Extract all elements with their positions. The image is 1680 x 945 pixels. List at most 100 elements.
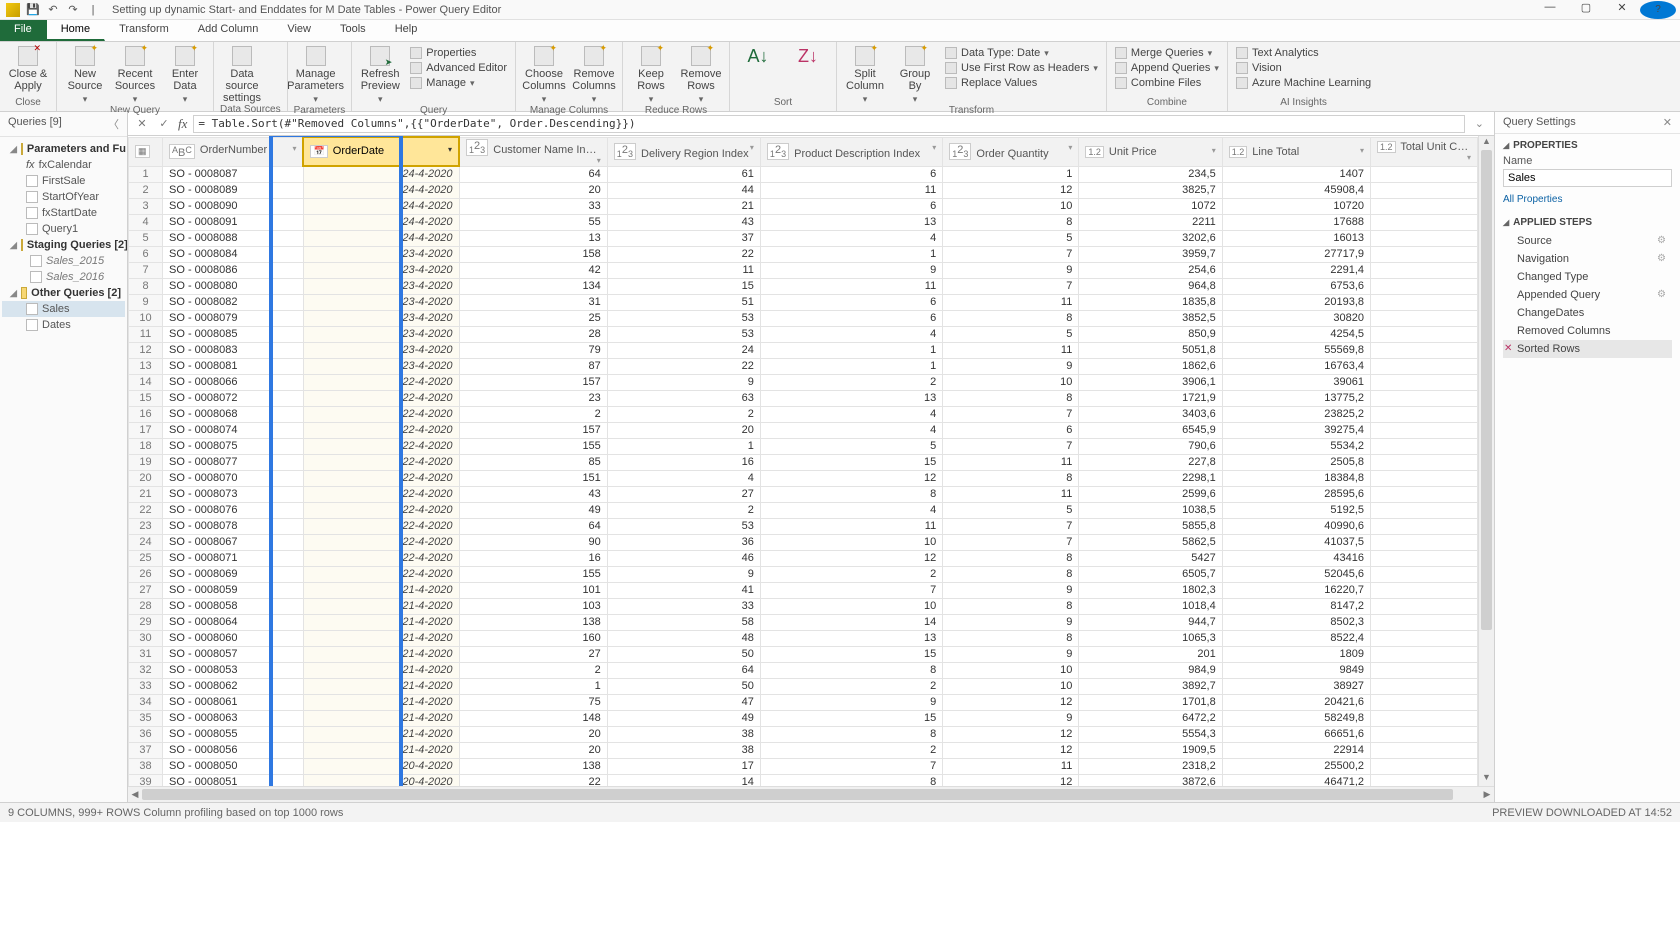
table-row[interactable]: 29SO - 000806421-4-202013858149944,78502… — [129, 614, 1478, 630]
applied-step-changed-type[interactable]: ✕Changed Type — [1503, 268, 1672, 286]
cols-choose-button[interactable]: Choose Columns — [522, 44, 566, 105]
transform-use-first-row-as-headers-button[interactable]: Use First Row as Headers — [943, 61, 1100, 75]
tab-help[interactable]: Help — [381, 20, 433, 41]
maximize-button[interactable]: ▢ — [1568, 1, 1604, 19]
table-row[interactable]: 14SO - 000806622-4-202015792103906,13906… — [129, 374, 1478, 390]
ai-azure-machine-learning-button[interactable]: Azure Machine Learning — [1234, 76, 1373, 90]
ai-vision-button[interactable]: Vision — [1234, 61, 1373, 75]
table-row[interactable]: 17SO - 000807422-4-202015720466545,93927… — [129, 422, 1478, 438]
table-row[interactable]: 11SO - 000808523-4-2020285345850,94254,5 — [129, 326, 1478, 342]
query-group[interactable]: ◢Staging Queries [2] — [2, 237, 125, 253]
column-header-order-quantity[interactable]: 123 Order Quantity▾ — [943, 137, 1079, 166]
table-row[interactable]: 26SO - 000806922-4-20201559286505,752045… — [129, 566, 1478, 582]
tab-tools[interactable]: Tools — [326, 20, 381, 41]
query-advanced-editor-button[interactable]: Advanced Editor — [408, 61, 509, 75]
expand-formula-icon[interactable]: ⌄ — [1471, 117, 1488, 130]
query-manage-button[interactable]: Manage — [408, 76, 509, 90]
accept-formula-icon[interactable]: ✓ — [156, 117, 172, 130]
help-icon[interactable]: ? — [1640, 1, 1676, 19]
column-header-customer-name-index[interactable]: 123 Customer Name Index▾ — [459, 137, 607, 166]
table-row[interactable]: 18SO - 000807522-4-2020155157790,65534,2 — [129, 438, 1478, 454]
sort-asc-button[interactable]: A↓ — [736, 44, 780, 67]
refresh-preview-button[interactable]: Refresh Preview — [358, 44, 402, 105]
table-row[interactable]: 28SO - 000805821-4-2020103331081018,4814… — [129, 598, 1478, 614]
table-row[interactable]: 2SO - 000808924-4-2020204411123825,74590… — [129, 182, 1478, 198]
table-row[interactable]: 34SO - 000806121-4-202075479121701,82042… — [129, 694, 1478, 710]
applied-step-navigation[interactable]: ✕Navigation⚙ — [1503, 250, 1672, 268]
horizontal-scrollbar[interactable]: ◀ ▶ — [128, 786, 1494, 802]
formula-input[interactable] — [193, 115, 1464, 133]
transform-split-button[interactable]: Split Column — [843, 44, 887, 105]
applied-steps-header[interactable]: APPLIED STEPS — [1503, 217, 1672, 228]
data-grid[interactable]: ▦ABC OrderNumber▾📅 OrderDate▾123 Custome… — [128, 136, 1478, 786]
collapse-queries-icon[interactable]: 〈 — [108, 116, 119, 132]
newquery-enter-button[interactable]: Enter Data — [163, 44, 207, 105]
table-row[interactable]: 7SO - 000808623-4-2020421199254,62291,4 — [129, 262, 1478, 278]
tab-file[interactable]: File — [0, 20, 47, 41]
column-header-total-unit-cost[interactable]: 1.2 Total Unit Cost▾ — [1371, 137, 1478, 166]
table-row[interactable]: 19SO - 000807722-4-202085161511227,82505… — [129, 454, 1478, 470]
query-group[interactable]: ◢Parameters and Fu… — [2, 141, 125, 157]
close-button[interactable]: ✕ — [1604, 1, 1640, 19]
table-row[interactable]: 39SO - 000805120-4-202022148123872,64647… — [129, 774, 1478, 786]
table-row[interactable]: 27SO - 000805921-4-202010141791802,31622… — [129, 582, 1478, 598]
applied-step-appended-query[interactable]: ✕Appended Query⚙ — [1503, 286, 1672, 304]
table-row[interactable]: 1SO - 000808724-4-2020646161234,51407 — [129, 166, 1478, 182]
column-header-delivery-region-index[interactable]: 123 Delivery Region Index▾ — [607, 137, 760, 166]
tab-view[interactable]: View — [273, 20, 326, 41]
ai-text-analytics-button[interactable]: Text Analytics — [1234, 46, 1373, 60]
column-header-product-description-index[interactable]: 123 Product Description Index▾ — [760, 137, 942, 166]
query-item-fxstartdate[interactable]: fxStartDate — [2, 205, 125, 221]
query-item-query1[interactable]: Query1 — [2, 221, 125, 237]
table-row[interactable]: 16SO - 000806822-4-202022473403,623825,2 — [129, 406, 1478, 422]
close-apply-button[interactable]: Close & Apply — [6, 44, 50, 92]
table-row[interactable]: 25SO - 000807122-4-20201646128542743416 — [129, 550, 1478, 566]
table-row[interactable]: 32SO - 000805321-4-2020264810984,99849 — [129, 662, 1478, 678]
vertical-scrollbar[interactable]: ▲ ▼ — [1478, 136, 1494, 786]
table-row[interactable]: 30SO - 000806021-4-2020160481381065,3852… — [129, 630, 1478, 646]
save-icon[interactable]: 💾 — [26, 3, 40, 16]
table-row[interactable]: 15SO - 000807222-4-202023631381721,91377… — [129, 390, 1478, 406]
close-settings-icon[interactable]: ✕ — [1663, 116, 1672, 129]
combine-combine-files-button[interactable]: Combine Files — [1113, 76, 1221, 90]
manage-parameters-button[interactable]: Manage Parameters — [294, 44, 338, 105]
table-row[interactable]: 13SO - 000808123-4-20208722191862,616763… — [129, 358, 1478, 374]
newquery-new-button[interactable]: New Source — [63, 44, 107, 105]
column-header-rownum[interactable]: ▦ — [129, 137, 163, 166]
table-row[interactable]: 8SO - 000808023-4-202013415117964,86753,… — [129, 278, 1478, 294]
query-item-sales[interactable]: Sales — [2, 301, 125, 317]
fx-icon[interactable]: fx — [178, 116, 187, 132]
redo-icon[interactable]: ↷ — [66, 3, 80, 16]
query-item-sales_2015[interactable]: Sales_2015 — [2, 253, 125, 269]
table-row[interactable]: 4SO - 000809124-4-20205543138221117688 — [129, 214, 1478, 230]
transform-replace-values-button[interactable]: Replace Values — [943, 76, 1100, 90]
applied-step-removed-columns[interactable]: ✕Removed Columns — [1503, 322, 1672, 340]
tab-home[interactable]: Home — [47, 20, 105, 41]
tab-add-column[interactable]: Add Column — [184, 20, 274, 41]
newquery-recent-button[interactable]: Recent Sources — [113, 44, 157, 105]
combine-append-queries-button[interactable]: Append Queries — [1113, 61, 1221, 75]
rows-keep-button[interactable]: Keep Rows — [629, 44, 673, 105]
column-header-orderdate[interactable]: 📅 OrderDate▾ — [303, 137, 459, 166]
table-row[interactable]: 23SO - 000807822-4-202064531175855,84099… — [129, 518, 1478, 534]
table-row[interactable]: 36SO - 000805521-4-202020388125554,36665… — [129, 726, 1478, 742]
transform-data-type--date-button[interactable]: Data Type: Date — [943, 46, 1100, 60]
table-row[interactable]: 35SO - 000806321-4-2020148491596472,2582… — [129, 710, 1478, 726]
table-row[interactable]: 5SO - 000808824-4-20201337453202,616013 — [129, 230, 1478, 246]
table-row[interactable]: 10SO - 000807923-4-20202553683852,530820 — [129, 310, 1478, 326]
undo-icon[interactable]: ↶ — [46, 3, 60, 16]
combine-merge-queries-button[interactable]: Merge Queries — [1113, 46, 1221, 60]
table-row[interactable]: 21SO - 000807322-4-202043278112599,62859… — [129, 486, 1478, 502]
query-name-input[interactable] — [1503, 169, 1672, 187]
query-group[interactable]: ◢Other Queries [2] — [2, 285, 125, 301]
table-row[interactable]: 37SO - 000805621-4-202020382121909,52291… — [129, 742, 1478, 758]
table-row[interactable]: 22SO - 000807622-4-2020492451038,55192,5 — [129, 502, 1478, 518]
applied-step-sorted-rows[interactable]: ✕Sorted Rows — [1503, 340, 1672, 358]
minimize-button[interactable]: — — [1532, 1, 1568, 19]
all-properties-link[interactable]: All Properties — [1503, 194, 1562, 205]
table-row[interactable]: 9SO - 000808223-4-202031516111835,820193… — [129, 294, 1478, 310]
column-header-line-total[interactable]: 1.2 Line Total▾ — [1222, 137, 1370, 166]
table-row[interactable]: 12SO - 000808323-4-202079241115051,85556… — [129, 342, 1478, 358]
query-item-sales_2016[interactable]: Sales_2016 — [2, 269, 125, 285]
tab-transform[interactable]: Transform — [105, 20, 184, 41]
